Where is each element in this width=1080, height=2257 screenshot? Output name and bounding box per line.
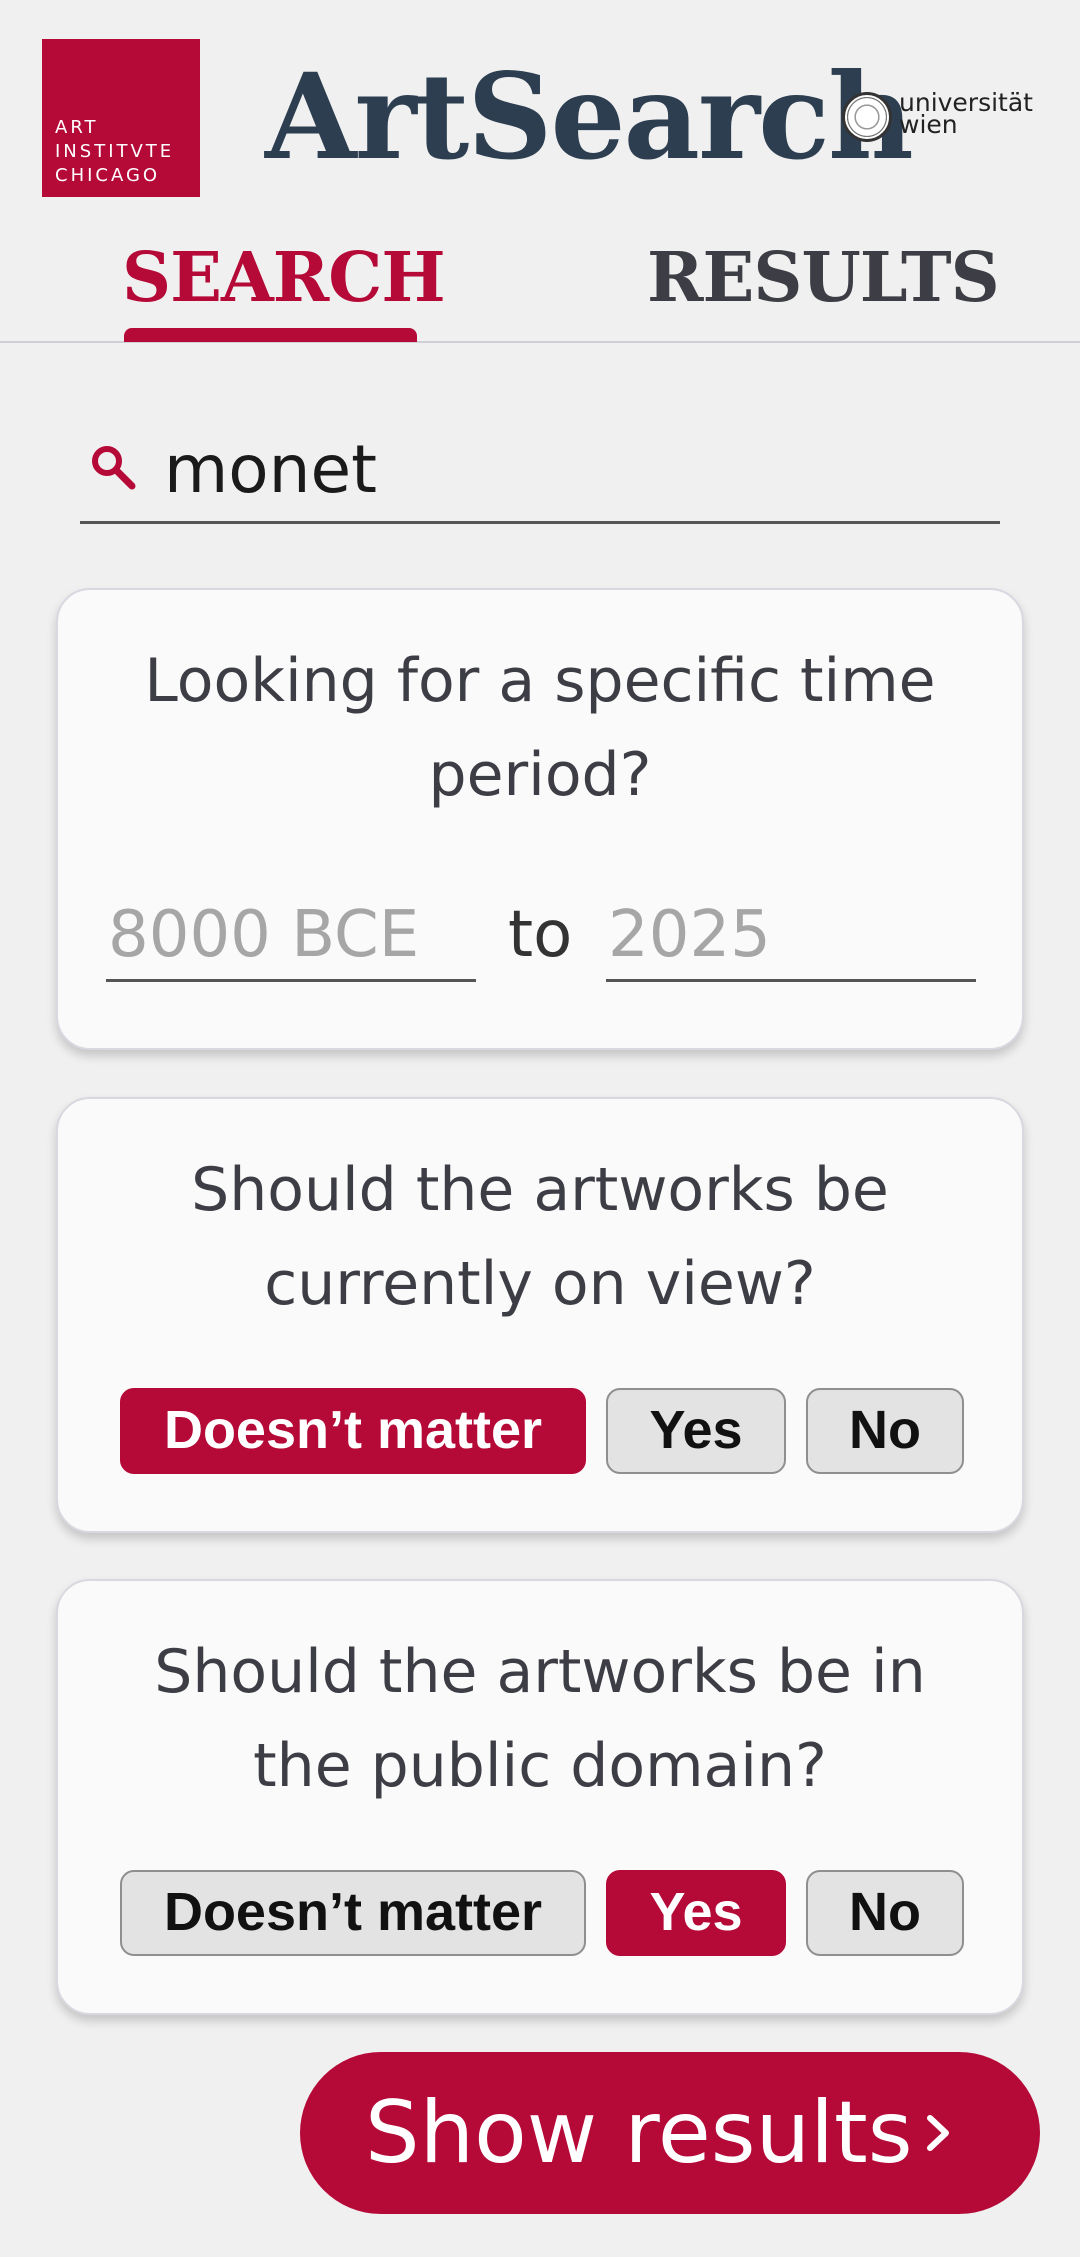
on-view-no-button[interactable]: No bbox=[806, 1388, 964, 1474]
search-field bbox=[80, 420, 1000, 524]
tab-bar: SEARCH RESULTS bbox=[0, 220, 1080, 343]
to-label: to bbox=[508, 898, 573, 972]
tab-results[interactable]: RESULTS bbox=[647, 238, 1000, 318]
logo-line-3: CHICAGO bbox=[55, 165, 161, 186]
tab-search[interactable]: SEARCH bbox=[122, 238, 446, 318]
time-period-card: Looking for a specific time period? to bbox=[56, 588, 1024, 1050]
on-view-question: Should the artworks be currently on view… bbox=[191, 1155, 889, 1319]
search-input[interactable] bbox=[164, 434, 984, 504]
university-seal-icon bbox=[842, 92, 892, 142]
chevron-right-icon bbox=[927, 2115, 949, 2151]
logo-line-2: INSTITVTE bbox=[55, 141, 175, 162]
art-institute-logo: ART INSTITVTE CHICAGO bbox=[42, 39, 200, 197]
show-results-label: Show results bbox=[365, 2083, 913, 2183]
university-logo: universität wien bbox=[842, 90, 1052, 146]
public-domain-question: Should the artworks be in the public dom… bbox=[154, 1637, 926, 1801]
year-from-field bbox=[106, 890, 476, 982]
year-to-input[interactable] bbox=[606, 890, 976, 979]
app-header: ART INSTITVTE CHICAGO ArtSearch universi… bbox=[0, 0, 1080, 220]
public-domain-card: Should the artworks be in the public dom… bbox=[56, 1579, 1024, 2015]
show-results-button[interactable]: Show results bbox=[300, 2052, 1040, 2214]
search-icon bbox=[92, 446, 136, 490]
on-view-card: Should the artworks be currently on view… bbox=[56, 1097, 1024, 1533]
public-domain-doesnt-matter-button[interactable]: Doesn’t matter bbox=[120, 1870, 586, 1956]
on-view-yes-button[interactable]: Yes bbox=[606, 1388, 786, 1474]
on-view-doesnt-matter-button[interactable]: Doesn’t matter bbox=[120, 1388, 586, 1474]
active-tab-indicator bbox=[124, 328, 417, 342]
app-title: ArtSearch bbox=[265, 47, 914, 186]
logo-line-1: ART bbox=[55, 117, 99, 138]
public-domain-yes-button[interactable]: Yes bbox=[606, 1870, 786, 1956]
year-from-input[interactable] bbox=[106, 890, 476, 979]
public-domain-no-button[interactable]: No bbox=[806, 1870, 964, 1956]
university-name: universität wien bbox=[899, 90, 1033, 139]
year-to-field bbox=[606, 890, 976, 982]
time-period-question: Looking for a specific time period? bbox=[144, 646, 936, 810]
university-line-2: wien bbox=[899, 110, 958, 139]
